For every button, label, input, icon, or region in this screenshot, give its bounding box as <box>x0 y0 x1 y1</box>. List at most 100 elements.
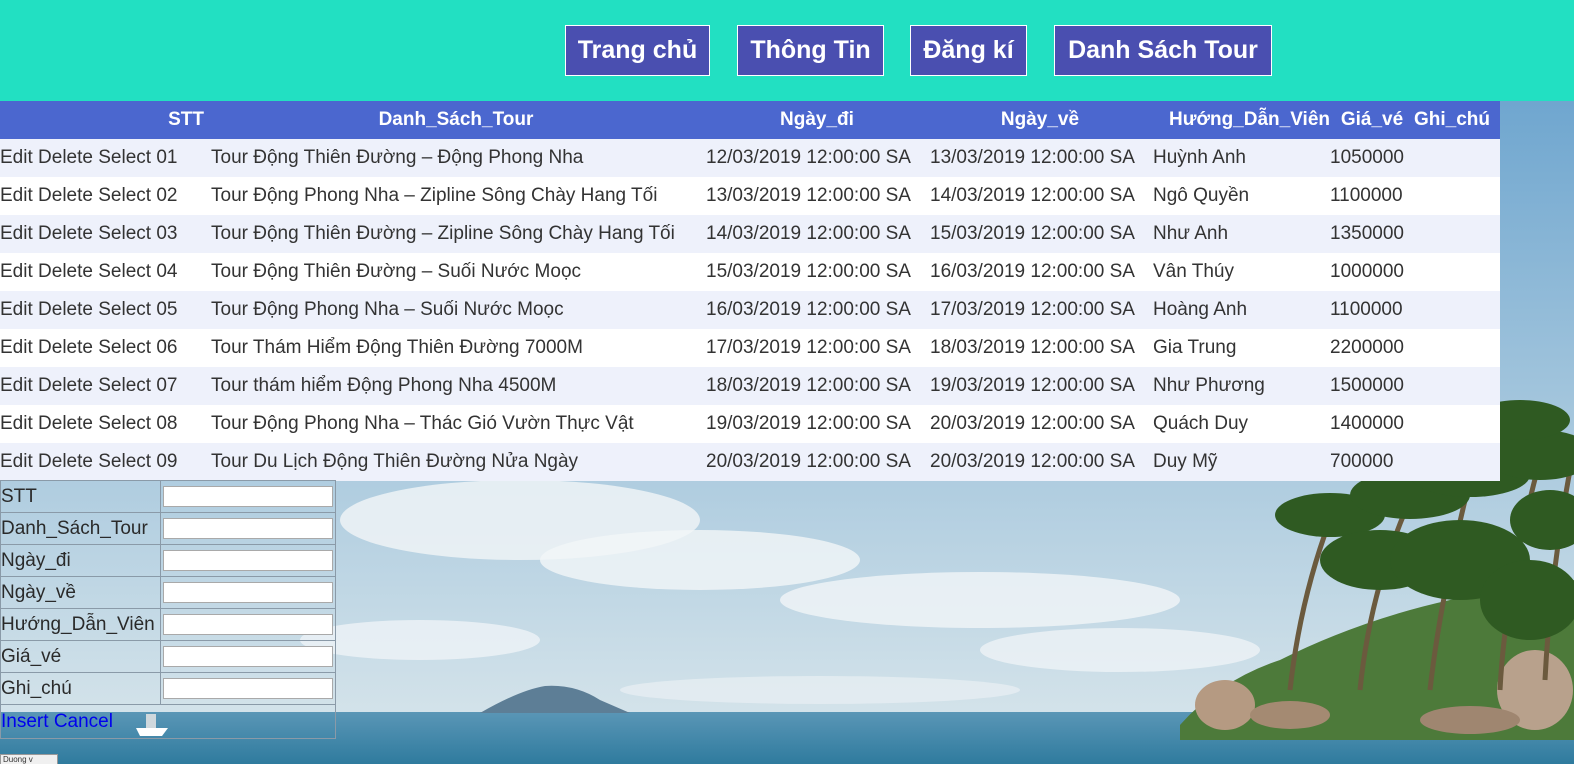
col-header-tour[interactable]: Danh_Sách_Tour <box>206 101 706 139</box>
delete-link[interactable]: Delete <box>38 337 93 358</box>
ngay-di-cell: 14/03/2019 12:00:00 SA <box>706 215 928 253</box>
ngay-di-cell: 16/03/2019 12:00:00 SA <box>706 291 928 329</box>
edit-link[interactable]: Edit <box>0 185 33 206</box>
gia-ve-cell: 1100000 <box>1330 291 1414 329</box>
delete-link[interactable]: Delete <box>38 261 93 282</box>
col-header-ngay-di[interactable]: Ngày_đi <box>706 101 928 139</box>
select-link[interactable]: Select <box>98 451 151 472</box>
select-link[interactable]: Select <box>98 185 151 206</box>
form-field-input[interactable] <box>163 486 333 507</box>
delete-link[interactable]: Delete <box>38 413 93 434</box>
ghi-chu-cell <box>1414 443 1500 481</box>
col-header-huong-dan-vien[interactable]: Hướng_Dẫn_Viên <box>1152 101 1330 139</box>
select-link[interactable]: Select <box>98 337 151 358</box>
ghi-chu-cell <box>1414 139 1500 177</box>
ngay-di-cell: 20/03/2019 12:00:00 SA <box>706 443 928 481</box>
tour-name-cell: Tour Động Thiên Đường – Suối Nước Moọc <box>206 253 706 291</box>
form-field-input[interactable] <box>163 614 333 635</box>
huong-dan-vien-cell: Như Phương <box>1152 367 1330 405</box>
gia-ve-cell: 700000 <box>1330 443 1414 481</box>
ghi-chu-cell <box>1414 405 1500 443</box>
cancel-link[interactable]: Cancel <box>54 711 113 732</box>
tour-name-cell: Tour Du Lịch Động Thiên Đường Nửa Ngày <box>206 443 706 481</box>
nav-tour-list-button[interactable]: Danh Sách Tour <box>1054 25 1272 76</box>
delete-link[interactable]: Delete <box>38 223 93 244</box>
form-field-input[interactable] <box>163 582 333 603</box>
table-row: Edit Delete Select 09 Tour Du Lịch Động T… <box>0 443 1500 481</box>
nav-home-button[interactable]: Trang chủ <box>565 25 710 76</box>
gia-ve-cell: 1500000 <box>1330 367 1414 405</box>
form-field-input[interactable] <box>163 678 333 699</box>
form-field-row: Ghi_chú <box>0 672 336 705</box>
edit-link[interactable]: Edit <box>0 451 33 472</box>
select-link[interactable]: Select <box>98 147 151 168</box>
edit-link[interactable]: Edit <box>0 375 33 396</box>
form-field-input[interactable] <box>163 646 333 667</box>
col-header-gia-ve[interactable]: Giá_vé <box>1330 101 1414 139</box>
tour-name-cell: Tour Động Thiên Đường – Zipline Sông Chà… <box>206 215 706 253</box>
delete-link[interactable]: Delete <box>38 375 93 396</box>
ghi-chu-cell <box>1414 253 1500 291</box>
select-link[interactable]: Select <box>98 375 151 396</box>
ngay-di-cell: 13/03/2019 12:00:00 SA <box>706 177 928 215</box>
nav-info-button[interactable]: Thông Tin <box>737 25 884 76</box>
gia-ve-cell: 2200000 <box>1330 329 1414 367</box>
form-field-label: Giá_vé <box>0 640 161 673</box>
gia-ve-cell: 1100000 <box>1330 177 1414 215</box>
tour-name-cell: Tour Động Phong Nha – Zipline Sông Chày … <box>206 177 706 215</box>
edit-link[interactable]: Edit <box>0 261 33 282</box>
row-actions-cell: Edit Delete Select 08 <box>0 405 206 443</box>
form-field-row: Ngày_về <box>0 576 336 609</box>
row-actions-cell: Edit Delete Select 01 <box>0 139 206 177</box>
huong-dan-vien-cell: Như Anh <box>1152 215 1330 253</box>
stt-value: 02 <box>156 185 178 206</box>
insert-link[interactable]: Insert <box>1 711 49 732</box>
edit-link[interactable]: Edit <box>0 223 33 244</box>
stt-value: 09 <box>156 451 178 472</box>
ngay-di-cell: 15/03/2019 12:00:00 SA <box>706 253 928 291</box>
nav-register-button[interactable]: Đăng kí <box>910 25 1027 76</box>
ghi-chu-cell <box>1414 367 1500 405</box>
table-row: Edit Delete Select 03 Tour Động Thiên Đườ… <box>0 215 1500 253</box>
table-row: Edit Delete Select 02 Tour Động Phong Nha… <box>0 177 1500 215</box>
row-actions-cell: Edit Delete Select 03 <box>0 215 206 253</box>
select-link[interactable]: Select <box>98 413 151 434</box>
edit-link[interactable]: Edit <box>0 299 33 320</box>
ngay-di-cell: 19/03/2019 12:00:00 SA <box>706 405 928 443</box>
edit-link[interactable]: Edit <box>0 147 33 168</box>
form-field-label: Ghi_chú <box>0 672 161 705</box>
ghi-chu-cell <box>1414 215 1500 253</box>
edit-link[interactable]: Edit <box>0 337 33 358</box>
gia-ve-cell: 1000000 <box>1330 253 1414 291</box>
select-link[interactable]: Select <box>98 299 151 320</box>
row-actions-cell: Edit Delete Select 09 <box>0 443 206 481</box>
col-header-ngay-ve[interactable]: Ngày_về <box>928 101 1152 139</box>
stt-value: 05 <box>156 299 178 320</box>
delete-link[interactable]: Delete <box>38 451 93 472</box>
col-header-stt[interactable]: STT <box>0 101 206 139</box>
table-row: Edit Delete Select 07 Tour thám hiểm Động… <box>0 367 1500 405</box>
top-nav-bar: Trang chủ Thông Tin Đăng kí Danh Sách To… <box>0 0 1574 101</box>
delete-link[interactable]: Delete <box>38 185 93 206</box>
edit-link[interactable]: Edit <box>0 413 33 434</box>
ngay-ve-cell: 20/03/2019 12:00:00 SA <box>928 443 1152 481</box>
select-link[interactable]: Select <box>98 261 151 282</box>
form-field-input[interactable] <box>163 518 333 539</box>
form-field-row: Ngày_đi <box>0 544 336 577</box>
stt-value: 07 <box>156 375 178 396</box>
form-field-input[interactable] <box>163 550 333 571</box>
gia-ve-cell: 1400000 <box>1330 405 1414 443</box>
delete-link[interactable]: Delete <box>38 299 93 320</box>
stt-value: 08 <box>156 413 178 434</box>
ngay-ve-cell: 13/03/2019 12:00:00 SA <box>928 139 1152 177</box>
col-header-ghi-chu[interactable]: Ghi_chú <box>1414 101 1500 139</box>
select-link[interactable]: Select <box>98 223 151 244</box>
footer-mini-button[interactable]: Duong v <box>0 754 58 764</box>
form-field-row: Danh_Sách_Tour <box>0 512 336 545</box>
delete-link[interactable]: Delete <box>38 147 93 168</box>
ngay-di-cell: 17/03/2019 12:00:00 SA <box>706 329 928 367</box>
form-field-row: Hướng_Dẫn_Viên <box>0 608 336 641</box>
form-field-label: Danh_Sách_Tour <box>0 512 161 545</box>
stt-value: 01 <box>156 147 178 168</box>
ngay-di-cell: 18/03/2019 12:00:00 SA <box>706 367 928 405</box>
